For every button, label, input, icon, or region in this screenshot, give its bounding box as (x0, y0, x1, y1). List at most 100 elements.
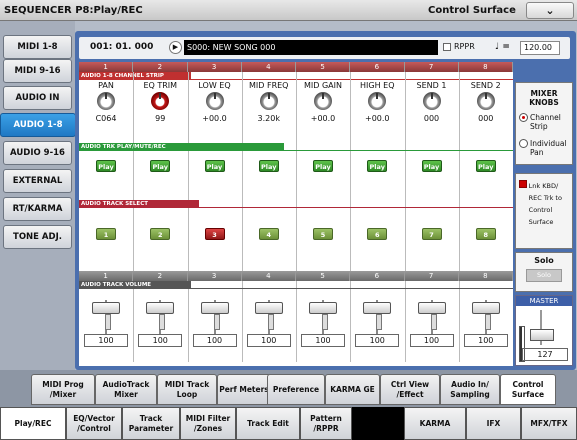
master-value[interactable]: 127 (522, 348, 568, 361)
knob-icon[interactable] (314, 92, 332, 110)
sub-tab-midi-prog-mixer[interactable]: MIDI Prog /Mixer (31, 374, 95, 405)
main-tab-eq-vector-control[interactable]: EQ/Vector /Control (66, 407, 122, 440)
knob-cell-send-1[interactable]: SEND 1 000 (405, 81, 459, 123)
left-tab-midi-9-16[interactable]: MIDI 9-16 (3, 59, 72, 83)
main-tab-pattern-rppr[interactable]: Pattern /RPPR (300, 407, 352, 440)
fader-cap[interactable] (92, 302, 120, 330)
volume-value[interactable]: 100 (246, 334, 291, 347)
fader-cap[interactable] (254, 302, 283, 330)
knob-cell-low-eq[interactable]: LOW EQ +00.0 (188, 81, 242, 123)
knob-cell-high-eq[interactable]: HIGH EQ +00.0 (350, 81, 404, 123)
track-select-button-4[interactable]: 4 (258, 228, 279, 240)
sub-tab-control-surface[interactable]: Control Surface (500, 374, 556, 405)
sub-tab-midi-track-loop[interactable]: MIDI Track Loop (157, 374, 217, 405)
fader-cap[interactable] (471, 302, 500, 330)
play-button-2[interactable]: Play (150, 160, 171, 172)
knob-icon[interactable] (368, 92, 387, 110)
play-button-5[interactable]: Play (313, 160, 333, 172)
left-tab-rt-karma[interactable]: RT/KARMA (3, 197, 72, 221)
left-tab-tone-adj-[interactable]: TONE ADJ. (3, 225, 72, 249)
volume-value[interactable]: 100 (138, 334, 183, 347)
main-tab-ifx[interactable]: IFX (466, 407, 521, 440)
track-select-button-2[interactable]: 2 (150, 228, 171, 240)
sub-tab-audio-in-sampling[interactable]: Audio In/ Sampling (440, 374, 500, 405)
rppr-checkbox[interactable]: RPPR (443, 42, 475, 51)
volume-value[interactable]: 100 (84, 334, 128, 347)
volume-fader-3[interactable]: 100 (188, 294, 242, 354)
play-button-6[interactable]: Play (367, 160, 388, 172)
track-select-button-3[interactable]: 3 (204, 228, 225, 240)
fader-cap[interactable] (417, 302, 446, 330)
page-menu-button[interactable]: ⌄ (526, 1, 574, 19)
play-button-3[interactable]: Play (204, 160, 225, 172)
play-button-4[interactable]: Play (258, 160, 279, 172)
main-tab-midi-filter-zones[interactable]: MIDI Filter /Zones (180, 407, 236, 440)
track-select-button-7[interactable]: 7 (421, 228, 442, 240)
volume-fader-8[interactable]: 100 (459, 294, 513, 354)
song-select-arrow-icon[interactable]: ▶ (169, 41, 182, 54)
volume-fader-6[interactable]: 100 (350, 294, 404, 354)
knob-cell-mid-freq[interactable]: MID FREQ 3.20k (242, 81, 296, 123)
left-tab-audio-in[interactable]: AUDIO IN (3, 86, 72, 110)
knob-cell-send-2[interactable]: SEND 2 000 (459, 81, 513, 123)
play-button-8[interactable]: Play (475, 160, 496, 172)
volume-value[interactable]: 100 (463, 334, 508, 347)
volume-fader-4[interactable]: 100 (242, 294, 296, 354)
main-tab-mfx-tfx[interactable]: MFX/TFX (521, 407, 577, 440)
knob-icon[interactable] (205, 92, 224, 110)
left-tab-audio-1-8[interactable]: AUDIO 1-8 (0, 113, 76, 137)
volume-fader-2[interactable]: 100 (133, 294, 187, 354)
volume-value[interactable]: 100 (355, 334, 400, 347)
fader-cap[interactable] (200, 302, 229, 330)
main-tab-play-rec[interactable]: Play/REC (0, 407, 66, 440)
link-checkbox[interactable] (519, 180, 527, 188)
volume-fader-7[interactable]: 100 (405, 294, 459, 354)
knob-cell-eq-trim[interactable]: EQ TRIM 99 (133, 81, 187, 123)
volume-value[interactable]: 100 (409, 334, 454, 347)
volume-fader-1[interactable]: 100 (79, 294, 133, 354)
volume-fader-5[interactable]: 100 (296, 294, 350, 354)
location-field[interactable]: 001: 01. 000 (90, 42, 153, 52)
knob-cell-pan[interactable]: PAN C064 (79, 81, 133, 123)
volume-value[interactable]: 100 (192, 334, 237, 347)
play-button-1[interactable]: Play (96, 160, 116, 172)
knob-icon[interactable] (97, 92, 115, 110)
individual-pan-radio[interactable]: Individual Pan (519, 139, 572, 157)
knob-icon[interactable] (422, 92, 441, 110)
master-fader-cap[interactable] (530, 329, 554, 341)
radio-off[interactable] (519, 139, 528, 148)
knob-icon[interactable] (259, 92, 278, 110)
link-kbd-box[interactable]: Lnk KBD/ REC Trk to Control Surface (515, 173, 573, 249)
play-button-7[interactable]: Play (421, 160, 442, 172)
left-tab-midi-1-8[interactable]: MIDI 1-8 (3, 35, 72, 59)
fader-cap[interactable] (146, 302, 175, 330)
track-select-button-1[interactable]: 1 (96, 228, 116, 240)
tempo-field[interactable]: 120.00 (520, 41, 560, 55)
track-select-button-8[interactable]: 8 (475, 228, 496, 240)
main-tab-karma[interactable]: KARMA (404, 407, 466, 440)
left-tab-external[interactable]: EXTERNAL (3, 169, 72, 193)
solo-button[interactable]: Solo (526, 269, 562, 282)
main-tab-track-edit[interactable]: Track Edit (236, 407, 300, 440)
sub-tab-ctrl-view-effect[interactable]: Ctrl View /Effect (380, 374, 440, 405)
track-select-button-6[interactable]: 6 (367, 228, 388, 240)
knob-icon[interactable] (476, 92, 495, 110)
channel-strip-radio[interactable]: Channel Strip (519, 113, 572, 131)
rppr-checkbox-box[interactable] (443, 42, 451, 51)
knob-cell-mid-gain[interactable]: MID GAIN +00.0 (296, 81, 350, 123)
fader-cap[interactable] (363, 302, 392, 330)
volume-value[interactable]: 100 (301, 334, 345, 347)
solo-box: Solo Solo (515, 252, 573, 292)
track-select-button-5[interactable]: 5 (313, 228, 333, 240)
radio-on[interactable] (519, 113, 528, 122)
sub-tab-karma-ge[interactable]: KARMA GE (325, 374, 380, 405)
fader-cap[interactable] (309, 302, 337, 330)
sub-tab-preference[interactable]: Preference (267, 374, 325, 405)
main-tab-track-parameter[interactable]: Track Parameter (122, 407, 180, 440)
sub-tab-audiotrack-mixer[interactable]: AudioTrack Mixer (95, 374, 157, 405)
link-label: Lnk KBD/ REC Trk to Control Surface (528, 182, 562, 226)
song-name-field[interactable]: S000: NEW SONG 000 (184, 40, 438, 55)
sub-tab-perf-meters[interactable]: Perf Meters (217, 374, 271, 405)
knob-icon[interactable] (151, 92, 170, 110)
left-tab-audio-9-16[interactable]: AUDIO 9-16 (3, 141, 72, 165)
